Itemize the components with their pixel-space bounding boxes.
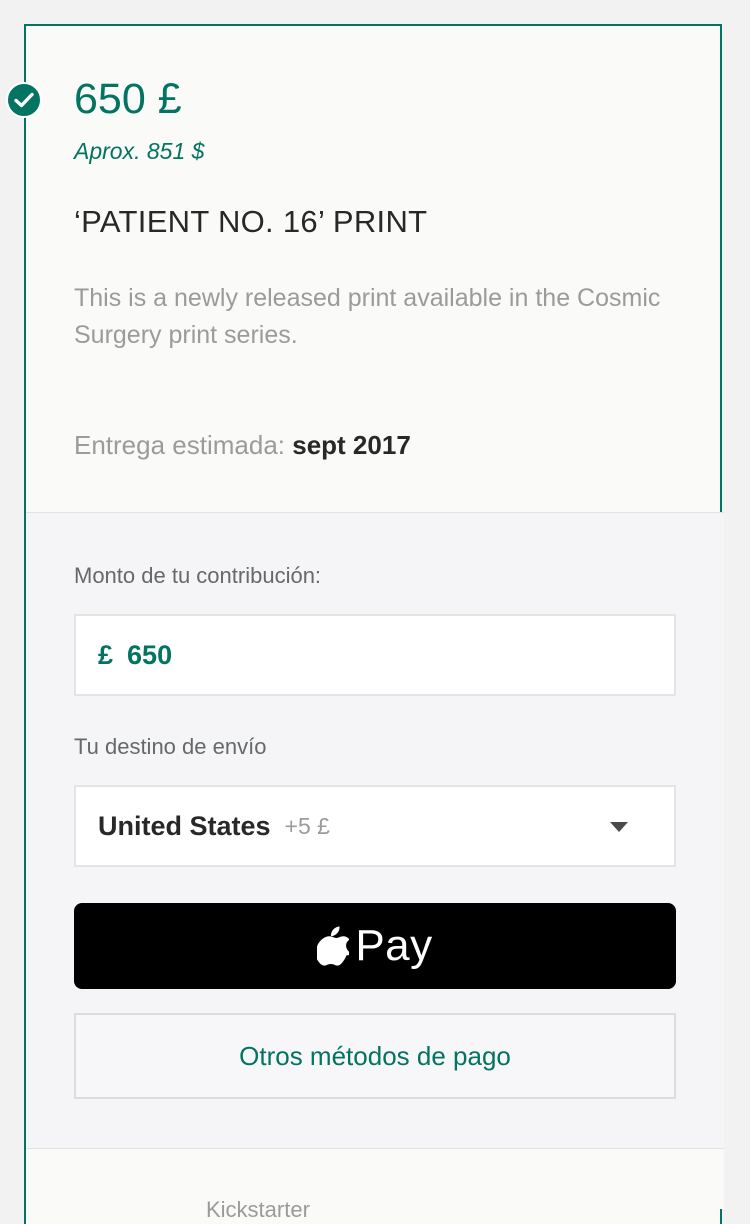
shipping-label: Tu destino de envío: [74, 734, 267, 759]
currency-symbol: £: [98, 639, 114, 670]
other-payment-methods-button[interactable]: Otros métodos de pago: [74, 1013, 676, 1099]
shipping-extra-cost: +5 £: [284, 812, 330, 839]
apple-logo-icon: [317, 926, 350, 966]
shipping-destination-select[interactable]: United States +5 £: [74, 785, 676, 867]
reward-approx-price: Aprox. 851 $: [74, 138, 205, 164]
pledge-amount-value[interactable]: 650: [127, 640, 172, 671]
footer-section: Kickstarter: [26, 1148, 724, 1222]
apple-pay-button[interactable]: Pay: [74, 903, 676, 989]
delivery-date: sept 2017: [292, 430, 411, 460]
check-circle-icon: [6, 82, 42, 118]
apple-pay-label: Pay: [355, 921, 433, 970]
delivery-label: Entrega estimada:: [74, 430, 286, 460]
reward-description: This is a newly released print available…: [74, 284, 661, 349]
caret-down-icon: [610, 822, 628, 832]
estimated-delivery: Entrega estimada: sept 2017: [74, 430, 411, 461]
pledge-amount-label: Monto de tu contribución:: [74, 563, 322, 588]
reward-title: ‘PATIENT NO. 16’ PRINT: [74, 204, 428, 239]
reward-price: 650 £: [74, 75, 182, 123]
footer-partial-text: Kickstarter: [206, 1197, 310, 1222]
shipping-country: United States: [98, 810, 271, 841]
pledge-amount-input[interactable]: £ 650: [74, 614, 676, 696]
